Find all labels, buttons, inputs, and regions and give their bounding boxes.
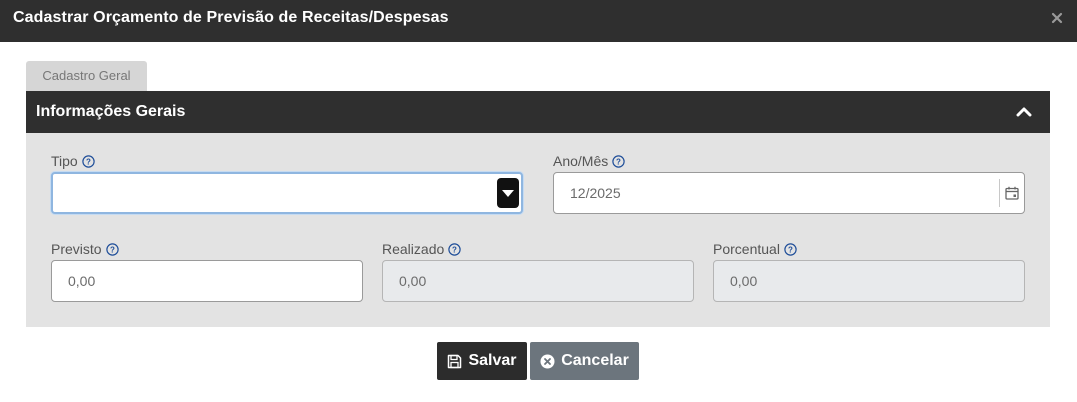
tipo-label: Tipo ? xyxy=(51,153,95,169)
calendar-icon[interactable] xyxy=(1005,186,1019,200)
cancel-button[interactable]: Cancelar xyxy=(530,342,639,380)
svg-text:?: ? xyxy=(110,245,115,254)
help-icon[interactable]: ? xyxy=(82,154,95,168)
floppy-disk-icon xyxy=(448,354,462,368)
tipo-label-text: Tipo xyxy=(51,153,78,169)
ano-mes-input[interactable]: 12/2025 xyxy=(553,172,1025,214)
input-divider xyxy=(999,179,1000,207)
ano-mes-label: Ano/Mês ? xyxy=(553,153,625,169)
close-icon[interactable] xyxy=(1051,12,1063,24)
modal-header: Cadastrar Orçamento de Previsão de Recei… xyxy=(0,0,1077,42)
previsto-input[interactable]: 0,00 xyxy=(51,260,363,302)
porcentual-label-text: Porcentual xyxy=(713,241,780,257)
select-arrow[interactable] xyxy=(497,178,519,208)
tipo-select[interactable] xyxy=(51,172,523,214)
help-icon[interactable]: ? xyxy=(784,242,797,256)
porcentual-value: 0,00 xyxy=(730,273,758,289)
ano-mes-label-text: Ano/Mês xyxy=(553,153,609,169)
previsto-label: Previsto ? xyxy=(51,241,119,257)
section-title: Informações Gerais xyxy=(36,103,186,120)
save-button-label: Salvar xyxy=(468,352,517,369)
svg-text:?: ? xyxy=(452,245,457,254)
porcentual-label: Porcentual ? xyxy=(713,241,797,257)
tab-cadastro-geral[interactable]: Cadastro Geral xyxy=(26,61,147,91)
help-icon[interactable]: ? xyxy=(612,154,625,168)
modal-title: Cadastrar Orçamento de Previsão de Recei… xyxy=(13,9,449,26)
svg-text:?: ? xyxy=(86,157,91,166)
porcentual-input: 0,00 xyxy=(713,260,1025,302)
realizado-label-text: Realizado xyxy=(382,241,445,257)
svg-text:?: ? xyxy=(788,245,793,254)
save-button[interactable]: Salvar xyxy=(437,342,527,380)
cancel-button-label: Cancelar xyxy=(561,352,629,369)
help-icon[interactable]: ? xyxy=(448,242,461,256)
help-icon[interactable]: ? xyxy=(105,242,119,256)
ano-mes-value: 12/2025 xyxy=(570,185,621,201)
modal-dialog: Cadastrar Orçamento de Previsão de Recei… xyxy=(0,0,1077,402)
previsto-label-text: Previsto xyxy=(51,241,102,257)
realizado-label: Realizado ? xyxy=(382,241,461,257)
caret-down-icon xyxy=(502,190,514,197)
svg-text:?: ? xyxy=(616,157,621,166)
section-header[interactable]: Informações Gerais xyxy=(26,91,1050,133)
realizado-value: 0,00 xyxy=(399,273,427,289)
section-informacoes-gerais: Informações Gerais Tipo ? Ano/Mês ? 12/2… xyxy=(26,91,1050,327)
previsto-value: 0,00 xyxy=(68,273,96,289)
realizado-input: 0,00 xyxy=(382,260,694,302)
times-circle-icon xyxy=(540,354,555,368)
chevron-up-icon[interactable] xyxy=(1016,105,1032,117)
